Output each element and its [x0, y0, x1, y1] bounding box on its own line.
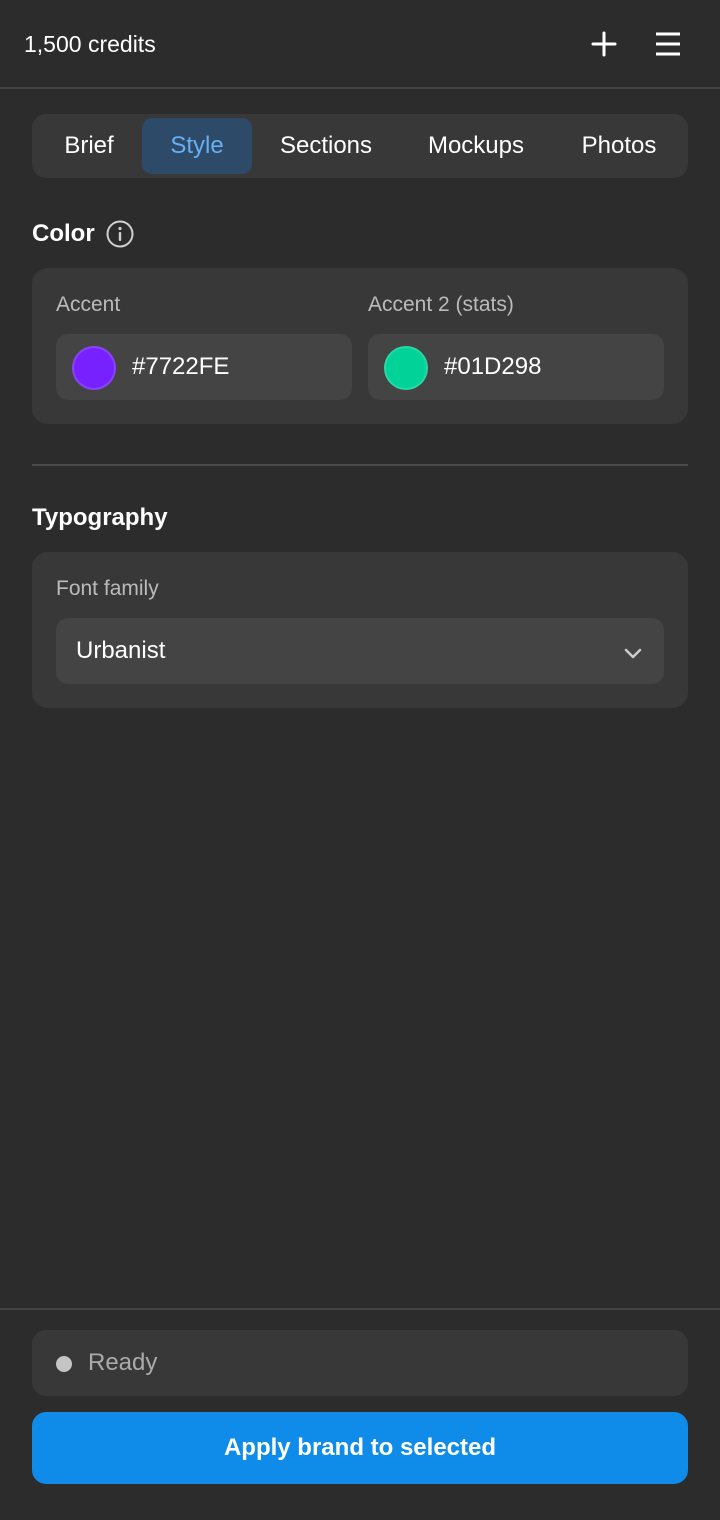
style-panel: 1,500 credits Brief Style Sections Mocku…: [0, 0, 720, 1520]
plus-icon: [591, 31, 617, 57]
add-button[interactable]: [582, 22, 626, 66]
menu-button[interactable]: [646, 22, 690, 66]
accent-label: Accent: [56, 293, 121, 316]
tab-style[interactable]: Style: [142, 118, 252, 174]
accent2-color-picker[interactable]: #01D298: [368, 334, 664, 400]
font-family-label: Font family: [56, 577, 159, 600]
tab-bar: Brief Style Sections Mockups Photos: [32, 114, 688, 178]
font-family-value: Urbanist: [76, 637, 166, 664]
tab-sections[interactable]: Sections: [264, 118, 388, 174]
info-icon[interactable]: [106, 220, 134, 248]
section-divider: [32, 464, 688, 466]
credits-counter: 1,500 credits: [24, 31, 156, 57]
accent2-swatch: [384, 346, 428, 390]
accent-color-picker[interactable]: #7722FE: [56, 334, 352, 400]
hamburger-menu-icon: [656, 32, 680, 56]
apply-brand-button[interactable]: Apply brand to selected: [32, 1412, 688, 1484]
status-text: Ready: [88, 1349, 158, 1376]
tab-photos[interactable]: Photos: [562, 118, 676, 174]
footer-divider: [0, 1308, 720, 1310]
accent2-label: Accent 2 (stats): [368, 293, 514, 316]
color-card: Accent Accent 2 (stats) #7722FE #01D298: [32, 268, 688, 424]
status-indicator: [56, 1356, 72, 1372]
color-section-title: Color: [32, 220, 95, 247]
chevron-down-icon: [624, 648, 642, 659]
typography-section-title: Typography: [32, 504, 168, 531]
tab-brief[interactable]: Brief: [42, 118, 136, 174]
accent2-hex-value: #01D298: [444, 353, 542, 380]
status-bar: Ready: [32, 1330, 688, 1396]
tab-mockups[interactable]: Mockups: [412, 118, 540, 174]
accent-swatch: [72, 346, 116, 390]
accent-hex-value: #7722FE: [132, 353, 230, 380]
top-bar: 1,500 credits: [0, 0, 720, 89]
typography-card: Font family Urbanist: [32, 552, 688, 708]
font-family-select[interactable]: Urbanist: [56, 618, 664, 684]
